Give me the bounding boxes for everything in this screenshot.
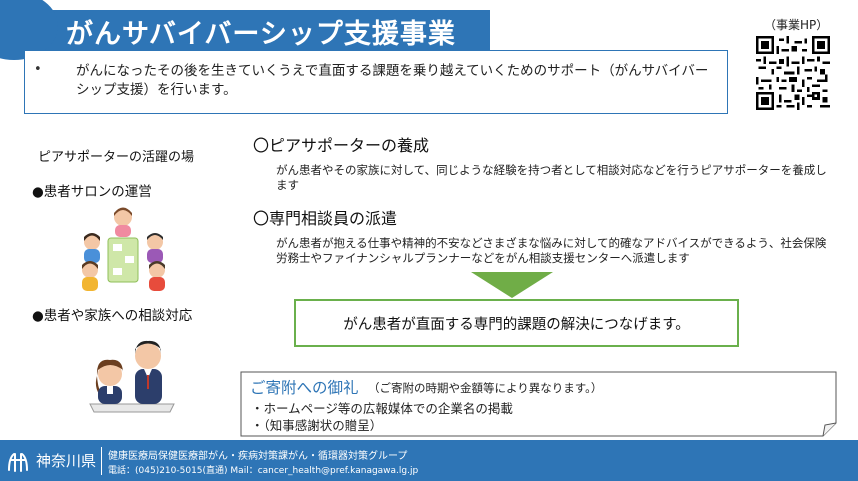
page-title: がんサバイバーシップ支援事業 [66, 19, 456, 50]
peer-heading: ピアサポーターの活躍の場 [38, 150, 195, 165]
prefecture-name: 神奈川県 [36, 452, 97, 470]
hp-label: （事業HP） [764, 18, 829, 32]
donation-item: ・（知事感謝状の贈呈） [251, 418, 383, 433]
patient-salon-illustration [82, 207, 165, 291]
department-name: 健康医療局保健医療部がん・疾病対策課がん・循環器対策グループ [108, 451, 408, 462]
section-desc-specialist-dispatch: がん患者が抱える仕事や精神的不安などさまざまな悩みに対して的確なアドバイスができ… [276, 236, 827, 265]
summary-bullet: • [34, 62, 42, 77]
section-desc-peer-training: がん患者やその家族に対して、同じような経験を持つ者として相談対応などを行うピアサ… [276, 163, 827, 192]
donation-note: （ご寄附の時期や金額等により異なります。） [368, 381, 603, 395]
contact-info: 電話：(045)210-5015(直通) Mail：cancer_health@… [108, 466, 419, 476]
donation-title: ご寄附への御礼 [250, 379, 359, 397]
footer-divider [101, 447, 102, 475]
patient-salon-label: ●患者サロンの運営 [32, 184, 152, 200]
down-arrow-icon [471, 272, 553, 298]
result-box: がん患者が直面する専門的課題の解決につなげます。 [294, 299, 739, 347]
section-title-specialist-dispatch: 〇専門相談員の派遣 [253, 209, 398, 228]
consultation-illustration [89, 340, 175, 413]
qr-code-icon[interactable] [756, 36, 830, 110]
consultation-label: ●患者や家族への相談対応 [32, 308, 193, 324]
section-title-peer-training: 〇ピアサポーターの養成 [253, 136, 430, 155]
summary-text: がんになったその後を生きていくうえで直面する課題を乗り越えていくためのサポート（… [76, 63, 709, 98]
kanagawa-logo-icon [8, 453, 28, 472]
